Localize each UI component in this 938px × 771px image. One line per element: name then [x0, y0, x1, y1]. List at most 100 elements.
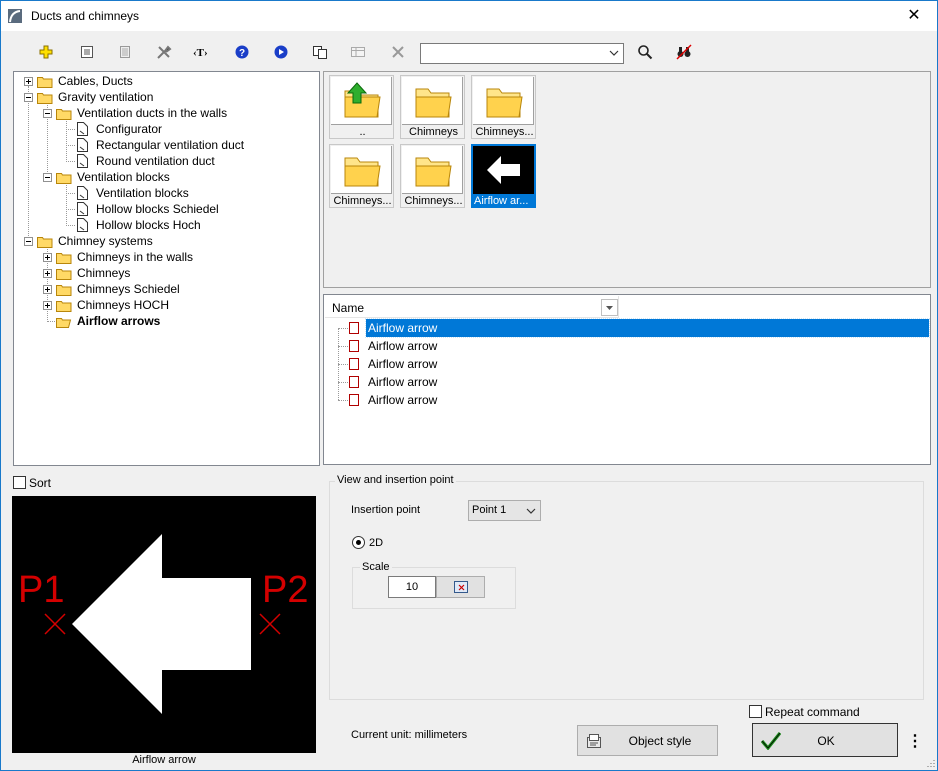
current-unit-text: Current unit: millimeters [351, 729, 468, 741]
thumbnail-folder[interactable]: Chimneys [400, 75, 465, 139]
text-icon[interactable]: ‹T› [191, 41, 213, 63]
thumbnail-caption: .. [359, 126, 366, 138]
repeat-command-checkbox[interactable] [749, 705, 762, 718]
thumbnail-folder[interactable]: Chimneys... [400, 144, 465, 208]
expand-icon[interactable] [43, 253, 52, 262]
list-item[interactable]: Airflow arrow [324, 318, 930, 338]
view-2d-radio[interactable] [352, 536, 365, 549]
column-header-name[interactable]: Name [325, 296, 619, 318]
tree-item-label: Ventilation blocks [77, 170, 170, 184]
document-icon [77, 218, 88, 232]
column-filter-button[interactable] [601, 299, 618, 316]
thumbnail-panel: .. Chimneys Chimneys... Chimneys... Chim… [323, 71, 931, 288]
tree-item-label: Chimneys HOCH [77, 298, 170, 312]
tree-item-label: Hollow blocks Hoch [96, 218, 201, 232]
tree-connector [47, 321, 55, 322]
thumbnail-airflow-arrow[interactable]: Airflow ar... [471, 144, 536, 208]
tree-connector [66, 193, 75, 194]
thumbnail-folder[interactable]: Chimneys... [471, 75, 536, 139]
pick-scale-icon [453, 581, 468, 593]
add-icon[interactable] [35, 41, 57, 63]
tree-item-label: Gravity ventilation [58, 90, 154, 104]
chevron-down-icon [526, 508, 536, 514]
group-legend: View and insertion point [335, 474, 456, 486]
open-folder-icon [56, 318, 72, 328]
table-icon[interactable] [347, 41, 369, 63]
collapse-icon[interactable] [24, 93, 33, 102]
play-icon[interactable] [270, 41, 292, 63]
expand-icon[interactable] [43, 269, 52, 278]
category-tree[interactable]: Cables, Ducts Gravity ventilation Ventil… [13, 71, 320, 466]
ok-button[interactable]: OK [752, 723, 898, 757]
collapse-icon[interactable] [24, 237, 33, 246]
expand-icon[interactable] [43, 285, 52, 294]
tree-item-label: Hollow blocks Schiedel [96, 202, 219, 216]
list-item[interactable]: Airflow arrow [324, 355, 930, 373]
thumbnail-image [331, 146, 392, 194]
thumbnail-folder[interactable]: Chimneys... [329, 144, 394, 208]
thumbnail-caption: Chimneys [409, 126, 458, 138]
thumbnail-up-folder[interactable]: .. [329, 75, 394, 139]
document-icon [77, 186, 88, 200]
list-item-label: Airflow arrow [365, 318, 930, 338]
scale-input[interactable]: 10 [388, 576, 436, 598]
pick-scale-button[interactable] [436, 576, 485, 598]
folder-icon [344, 157, 381, 187]
collapse-icon[interactable] [43, 109, 52, 118]
p2-marker-icon [259, 613, 281, 635]
window-title: Ducts and chimneys [31, 9, 140, 23]
search-icon[interactable] [634, 41, 656, 63]
list-item-label: Airflow arrow [368, 375, 438, 389]
collapse-icon[interactable] [43, 173, 52, 182]
close-button[interactable]: ✕ [891, 1, 937, 31]
p1-label: P1 [18, 569, 64, 611]
open-folder-icon [37, 237, 53, 248]
thumbnail-image [402, 146, 463, 194]
tree-connector [66, 209, 75, 210]
tree-item-label: Round ventilation duct [96, 154, 215, 168]
thumbnail-image [473, 77, 534, 125]
list-item[interactable]: Airflow arrow [324, 373, 930, 391]
tree-item-label: Configurator [96, 122, 163, 136]
search-combo[interactable] [420, 43, 624, 64]
binoculars-icon[interactable] [673, 41, 695, 63]
expand-icon[interactable] [43, 301, 52, 310]
expand-icon[interactable] [24, 77, 33, 86]
tools-icon[interactable] [153, 41, 175, 63]
tree-item-label: Chimneys Schiedel [77, 282, 180, 296]
list-connector [338, 328, 348, 329]
folder-icon [486, 88, 523, 118]
delete-icon[interactable] [387, 41, 409, 63]
more-options-icon: ⋮ [907, 733, 923, 750]
help-icon[interactable]: ? [231, 41, 253, 63]
list-item[interactable]: Airflow arrow [324, 337, 930, 355]
thumbnail-caption: Chimneys... [475, 126, 534, 138]
more-options-button[interactable]: ⋮ [903, 723, 927, 757]
document-icon [77, 154, 88, 168]
object-style-button[interactable]: Object style [577, 725, 718, 756]
dropdown-arrow-icon [606, 306, 613, 310]
repeat-command-label: Repeat command [765, 705, 860, 719]
object-list[interactable]: Name Airflow arrow Airflow arrow Airflow… [323, 294, 931, 465]
document-icon [77, 138, 88, 152]
sort-checkbox-box[interactable] [13, 476, 26, 489]
list-connector [338, 400, 348, 401]
folder-icon [37, 77, 53, 88]
thumbnail-image [402, 77, 463, 125]
preview-caption: Airflow arrow [132, 754, 196, 766]
copy-icon[interactable] [309, 41, 331, 63]
insertion-point-select[interactable]: Point 1 [468, 500, 541, 521]
properties-icon[interactable] [76, 41, 98, 63]
list-item[interactable]: Airflow arrow [324, 391, 930, 409]
thumbnail-image [331, 77, 392, 125]
arrow-left-icon [487, 156, 520, 184]
resize-grip-icon[interactable] [925, 758, 935, 768]
list-icon[interactable] [114, 41, 136, 63]
object-icon [349, 322, 359, 334]
list-item-label: Airflow arrow [368, 339, 438, 353]
thumbnail-caption: Chimneys... [333, 195, 392, 207]
chevron-down-icon [609, 50, 619, 56]
list-connector [338, 364, 348, 365]
view-2d-label: 2D [369, 537, 384, 549]
tree-item-label: Ventilation blocks [96, 186, 189, 200]
